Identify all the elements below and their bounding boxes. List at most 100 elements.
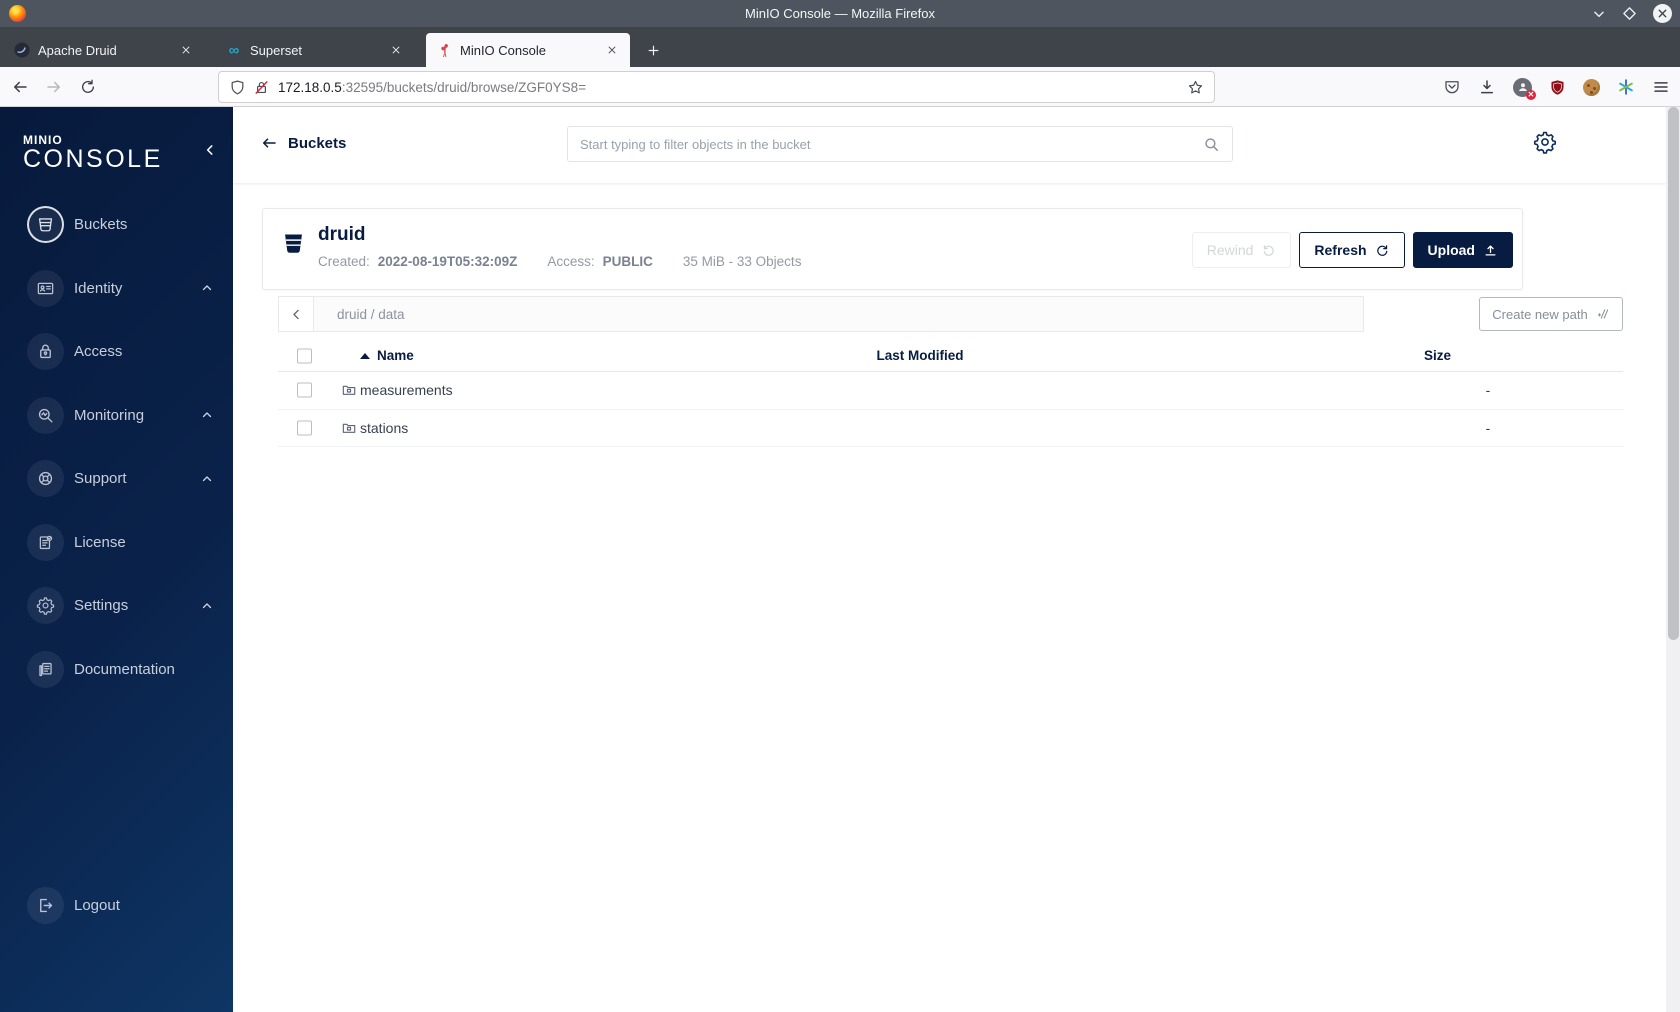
object-name[interactable]: stations	[360, 420, 408, 436]
sidebar-item-access[interactable]: Access	[0, 320, 233, 384]
row-checkbox[interactable]	[297, 382, 312, 398]
rewind-label: Rewind	[1206, 242, 1254, 258]
new-tab-icon[interactable]	[640, 37, 666, 63]
id-card-icon	[27, 269, 64, 307]
reload-icon[interactable]	[74, 73, 102, 101]
sidebar-item-label: Documentation	[74, 660, 175, 678]
cookie-icon[interactable]	[1583, 78, 1600, 96]
minio-sidebar: MINIO CONSOLE Buckets Identity Access Mo…	[0, 107, 233, 1012]
bucket-meta: Created: 2022-08-19T05:32:09Z Access: PU…	[318, 254, 801, 269]
chevron-up-icon[interactable]	[201, 409, 213, 421]
url-bar[interactable]: 172.18.0.5:32595/buckets/druid/browse/ZG…	[218, 71, 1215, 103]
column-header-name[interactable]: Name	[360, 348, 414, 363]
upload-label: Upload	[1427, 242, 1475, 258]
downloads-icon[interactable]	[1478, 78, 1496, 96]
vertical-scrollbar[interactable]	[1666, 107, 1680, 1012]
close-tab-icon[interactable]	[178, 42, 194, 58]
app-header: Buckets	[233, 107, 1666, 183]
rewind-button[interactable]: Rewind	[1191, 232, 1292, 268]
bucket-summary-card: druid Created: 2022-08-19T05:32:09Z Acce…	[262, 208, 1523, 290]
sidebar-item-license[interactable]: License	[0, 511, 233, 575]
sidebar-item-buckets[interactable]: Buckets	[0, 193, 233, 257]
created-label: Created:	[318, 254, 370, 269]
monitoring-icon	[27, 396, 64, 434]
scrollbar-thumb[interactable]	[1667, 107, 1679, 640]
bookmark-star-icon[interactable]	[1187, 79, 1204, 96]
account-icon[interactable]: ✕	[1513, 77, 1536, 100]
logout-icon	[27, 887, 64, 924]
arrow-left-icon	[260, 134, 278, 152]
window-title: MinIO Console — Mozilla Firefox	[745, 6, 935, 21]
close-tab-icon[interactable]	[388, 42, 404, 58]
folder-icon	[341, 382, 357, 398]
tab-label: MinIO Console	[460, 42, 546, 58]
refresh-button[interactable]: Refresh	[1299, 232, 1405, 268]
table-header: Name Last Modified Size	[278, 341, 1623, 372]
bucket-icon	[27, 206, 64, 244]
back-icon[interactable]	[6, 73, 34, 101]
url-text[interactable]: 172.18.0.5:32595/buckets/druid/browse/ZG…	[278, 80, 1187, 95]
refresh-icon	[1375, 243, 1390, 258]
create-new-path-button[interactable]: Create new path	[1479, 297, 1623, 331]
maximize-icon[interactable]	[1622, 6, 1637, 21]
sidebar-item-logout[interactable]: Logout	[0, 874, 233, 937]
tab-apache-druid[interactable]: Apache Druid	[4, 33, 204, 67]
search-input[interactable]	[580, 136, 1203, 152]
chevron-up-icon[interactable]	[201, 282, 213, 294]
search-icon	[1203, 136, 1220, 153]
apache-druid-favicon	[14, 42, 30, 58]
minio-flamingo-favicon	[436, 42, 452, 58]
main-panel: Buckets druid Created: 2022-08-19T05:32:…	[233, 107, 1666, 1012]
filter-objects-search[interactable]	[567, 126, 1233, 162]
pocket-icon[interactable]	[1443, 78, 1461, 96]
tab-label: Superset	[250, 42, 303, 58]
tab-superset[interactable]: ∞ Superset	[216, 33, 414, 67]
documentation-icon	[27, 650, 64, 688]
logo-console-text: CONSOLE	[23, 145, 163, 173]
ublock-origin-icon[interactable]	[1549, 79, 1566, 96]
sidebar-item-label: Support	[74, 470, 127, 488]
sidebar-item-settings[interactable]: Settings	[0, 574, 233, 638]
row-checkbox[interactable]	[297, 420, 312, 436]
chevron-up-icon[interactable]	[201, 473, 213, 485]
path-back-button[interactable]	[278, 296, 314, 332]
object-name[interactable]: measurements	[360, 382, 453, 398]
upload-button[interactable]: Upload	[1412, 232, 1513, 268]
tab-minio-console[interactable]: MinIO Console	[426, 33, 630, 67]
path-bar: druid / data Create new path	[278, 296, 1623, 332]
close-tab-icon[interactable]	[604, 42, 620, 58]
sidebar-item-support[interactable]: Support	[0, 447, 233, 511]
license-icon	[27, 523, 64, 561]
menu-hamburger-icon[interactable]	[1652, 78, 1670, 96]
insecure-lock-icon[interactable]	[253, 79, 270, 96]
refresh-label: Refresh	[1314, 242, 1367, 258]
forward-icon[interactable]	[40, 73, 68, 101]
created-value: 2022-08-19T05:32:09Z	[377, 254, 518, 269]
close-window-icon[interactable]	[1653, 4, 1672, 23]
column-header-last-modified[interactable]: Last Modified	[820, 348, 1020, 363]
window-titlebar: MinIO Console — Mozilla Firefox	[0, 0, 1680, 27]
column-header-size[interactable]: Size	[1424, 348, 1451, 363]
account-error-badge: ✕	[1526, 89, 1536, 100]
sidebar-item-identity[interactable]: Identity	[0, 257, 233, 321]
sort-ascending-icon	[360, 352, 370, 359]
collapse-sidebar-icon[interactable]	[203, 143, 217, 157]
minimize-icon[interactable]	[1592, 7, 1606, 21]
access-label: Access:	[547, 254, 595, 269]
select-all-checkbox[interactable]	[297, 348, 312, 364]
settings-gear-icon[interactable]	[1533, 130, 1557, 154]
sidebar-item-documentation[interactable]: Documentation	[0, 638, 233, 702]
table-row-stations[interactable]: stations -	[278, 410, 1623, 447]
back-label: Buckets	[288, 134, 347, 152]
sidebar-item-monitoring[interactable]: Monitoring	[0, 384, 233, 448]
shield-icon[interactable]	[229, 79, 246, 96]
back-to-buckets-link[interactable]: Buckets	[260, 134, 346, 152]
object-size: -	[1485, 419, 1491, 436]
rewind-icon	[1261, 243, 1276, 258]
tab-label: Apache Druid	[38, 42, 117, 58]
chevron-up-icon[interactable]	[201, 600, 213, 612]
extension-asterisk-icon[interactable]	[1617, 78, 1635, 96]
table-row-measurements[interactable]: measurements -	[278, 372, 1623, 410]
bucket-size-summary: 35 MiB - 33 Objects	[682, 254, 802, 269]
support-icon	[27, 460, 64, 498]
